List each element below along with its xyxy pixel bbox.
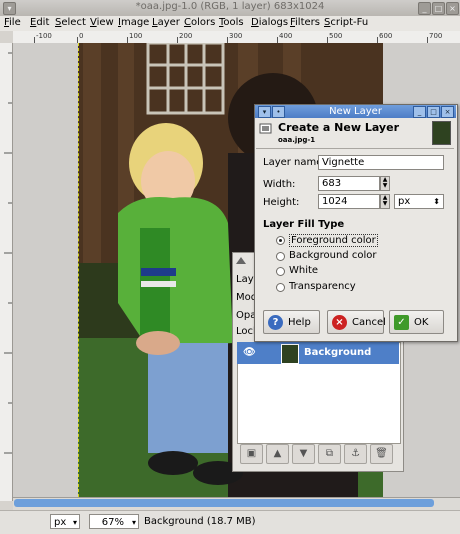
canvas-boundary xyxy=(78,43,80,497)
unit-select[interactable]: px ⬍ xyxy=(394,194,444,209)
radio-white[interactable] xyxy=(276,267,285,276)
window-titlebar: *oaa.jpg-1.0 (RGB, 1 layer) 683x1024 ▾ _… xyxy=(0,0,460,17)
ruler-left-ticks xyxy=(4,52,12,454)
width-input[interactable]: 683 xyxy=(318,176,380,191)
help-icon: ? xyxy=(268,315,283,330)
menu-view[interactable]: View xyxy=(90,17,114,28)
layers-dock-icon xyxy=(235,255,247,265)
menu-dialogs[interactable]: Dialogs xyxy=(251,17,288,28)
unit-combo[interactable]: px ▾ xyxy=(50,514,80,529)
layer-dialog-icon xyxy=(259,123,273,135)
fill-option-foreground[interactable]: Foreground color xyxy=(289,234,378,247)
layer-name: Background xyxy=(304,347,372,358)
menu-tools[interactable]: Tools xyxy=(219,17,244,28)
check-icon: ✓ xyxy=(394,315,409,330)
radio-transparency[interactable] xyxy=(276,283,285,292)
fill-option-white[interactable]: White xyxy=(289,265,318,276)
lower-layer-icon[interactable]: ▼ xyxy=(292,444,315,464)
menu-image[interactable]: Image xyxy=(118,17,149,28)
cancel-button[interactable]: × Cancel xyxy=(327,310,386,334)
cancel-button-label: Cancel xyxy=(352,317,386,328)
layer-thumbnail xyxy=(281,344,299,364)
raise-layer-icon[interactable]: ▲ xyxy=(266,444,289,464)
ok-button[interactable]: ✓ OK xyxy=(389,310,444,334)
layer-name-input[interactable]: Vignette xyxy=(318,155,444,170)
zoom-combo[interactable]: 67% ▾ xyxy=(89,514,139,529)
width-label: Width: xyxy=(263,179,296,190)
ruler-tick-label: 100 xyxy=(129,32,143,40)
menu-layer[interactable]: Layer xyxy=(152,17,180,28)
menu-script-fu[interactable]: Script-Fu xyxy=(324,17,368,28)
zoom-value: 67% xyxy=(101,517,124,528)
radio-foreground-color[interactable] xyxy=(276,236,285,245)
ruler-tick-label: 500 xyxy=(329,32,343,40)
window-menu-icon[interactable]: ▾ xyxy=(3,2,16,15)
ruler-tick-label: -100 xyxy=(36,32,52,40)
radio-background-color[interactable] xyxy=(276,252,285,261)
fill-type-heading: Layer Fill Type xyxy=(263,219,345,230)
height-spinner[interactable]: ▲ ▼ xyxy=(380,194,390,209)
window-title: *oaa.jpg-1.0 (RGB, 1 layer) 683x1024 xyxy=(135,1,325,12)
ruler-tick-label: 200 xyxy=(179,32,193,40)
scrollbar-thumb[interactable] xyxy=(14,499,434,507)
eye-icon[interactable]: 👁 xyxy=(243,347,256,358)
unit-select-value: px xyxy=(398,196,411,207)
status-bar: px ▾ 67% ▾ Background (18.7 MB) xyxy=(0,510,460,534)
help-button[interactable]: ? Help xyxy=(263,310,320,334)
duplicate-layer-icon[interactable]: ⧉ xyxy=(318,444,341,464)
fill-option-background[interactable]: Background color xyxy=(289,250,376,261)
height-input[interactable]: 1024 xyxy=(318,194,380,209)
dialog-minimize-icon[interactable]: _ xyxy=(413,106,426,118)
ok-button-label: OK xyxy=(414,317,429,328)
unit-combo-value: px xyxy=(54,517,67,528)
ruler-left[interactable] xyxy=(0,43,13,501)
ruler-tick-label: 700 xyxy=(429,32,443,40)
dialog-heading: Create a New Layer xyxy=(278,121,399,134)
ruler-tick-label: 0 xyxy=(79,32,84,40)
new-layer-icon[interactable]: ▣ xyxy=(240,444,263,464)
help-button-label: Help xyxy=(288,317,311,328)
menu-filters[interactable]: Filters xyxy=(290,17,320,28)
dialog-subheading: oaa.jpg-1 xyxy=(278,136,316,144)
menu-edit[interactable]: Edit xyxy=(30,17,49,28)
dialog-close-icon[interactable]: × xyxy=(441,106,454,118)
height-label: Height: xyxy=(263,197,300,208)
delete-layer-icon[interactable]: 🗑 xyxy=(370,444,393,464)
chevron-down-icon: ⬍ xyxy=(433,197,440,206)
image-thumbnail xyxy=(432,121,451,145)
dialog-titlebar: ▾ • New Layer _ □ × xyxy=(255,105,456,118)
menu-file[interactable]: File xyxy=(4,17,21,28)
layer-name-label: Layer name: xyxy=(263,157,326,168)
dialog-maximize-icon[interactable]: □ xyxy=(427,106,440,118)
anchor-layer-icon[interactable]: ⚓ xyxy=(344,444,367,464)
chevron-down-icon: ▾ xyxy=(72,518,77,527)
menu-colors[interactable]: Colors xyxy=(184,17,215,28)
menubar: File Edit Select View Image Layer Colors Tools D… xyxy=(0,16,460,32)
ruler-tick-label: 400 xyxy=(279,32,293,40)
ruler-tick-label: 600 xyxy=(379,32,393,40)
dialog-divider xyxy=(256,148,454,149)
close-icon[interactable]: × xyxy=(446,2,459,15)
status-text: Background (18.7 MB) xyxy=(144,516,256,527)
ruler-tick-label: 300 xyxy=(229,32,243,40)
maximize-icon[interactable]: □ xyxy=(432,2,445,15)
fill-option-transparency[interactable]: Transparency xyxy=(289,281,356,292)
minimize-icon[interactable]: _ xyxy=(418,2,431,15)
chevron-down-icon: ▾ xyxy=(131,518,136,527)
menu-select[interactable]: Select xyxy=(55,17,86,28)
cancel-icon: × xyxy=(332,315,347,330)
layer-row-background[interactable]: 👁 Background xyxy=(237,342,399,364)
width-spinner[interactable]: ▲ ▼ xyxy=(380,176,390,191)
